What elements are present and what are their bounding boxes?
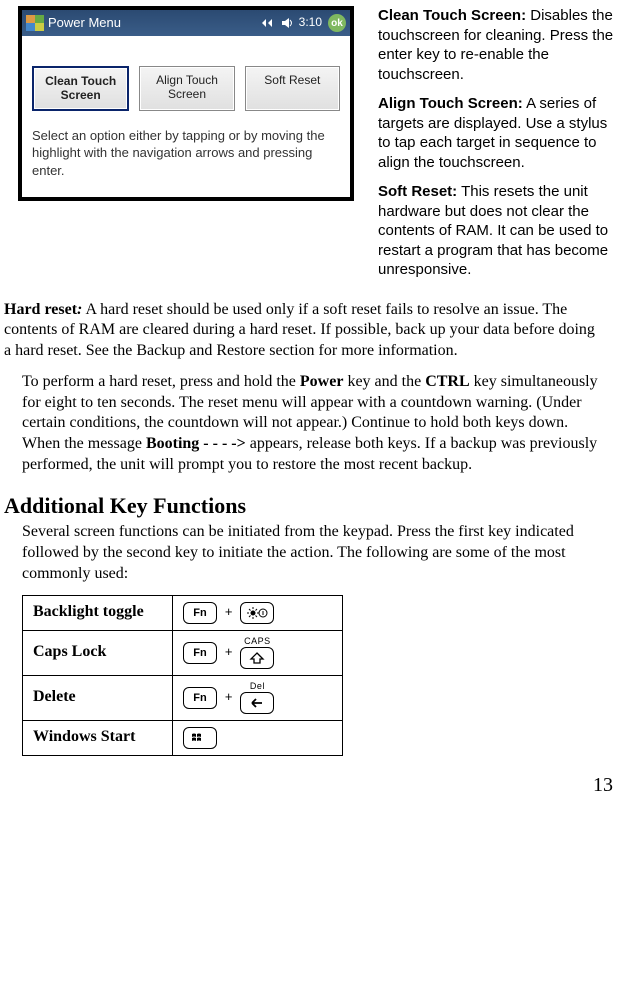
- shift-key-icon: [240, 647, 274, 669]
- table-row: Caps Lock Fn + CAPS: [23, 630, 343, 675]
- pda-hint: Select an option either by tapping or by…: [32, 127, 340, 180]
- clean-label: Clean Touch Screen:: [378, 7, 526, 24]
- windows-key-icon: [183, 727, 217, 749]
- additional-heading: Additional Key Functions: [4, 492, 619, 521]
- hard-reset-text: A hard reset should be used only if a so…: [4, 301, 595, 360]
- additional-intro: Several screen functions can be initiate…: [22, 522, 601, 584]
- caps-label: Caps Lock: [23, 630, 173, 675]
- connectivity-icon: [261, 17, 275, 29]
- speaker-icon: [281, 17, 293, 29]
- soft-reset-button[interactable]: Soft Reset: [245, 66, 340, 111]
- clean-touch-button[interactable]: Clean Touch Screen: [32, 66, 129, 111]
- hard-reset-procedure: To perform a hard reset, press and hold …: [22, 372, 601, 476]
- power-menu-screenshot: Power Menu 3:10 ok Clean Touch Screen Al…: [18, 6, 368, 290]
- windows-label: Windows Start: [23, 720, 173, 755]
- left-arrow-key-icon: [240, 692, 274, 714]
- pda-title: Power Menu: [48, 15, 121, 32]
- pda-title-bar: Power Menu 3:10 ok: [22, 10, 350, 36]
- fn-key-icon: Fn: [183, 642, 217, 664]
- fn-key-icon: Fn: [183, 602, 217, 624]
- power-menu-descriptions: Clean Touch Screen: Disables the touchsc…: [378, 6, 619, 290]
- caps-over-label: CAPS: [244, 637, 271, 646]
- table-row: Backlight toggle Fn +: [23, 595, 343, 630]
- table-row: Delete Fn + Del: [23, 675, 343, 720]
- hard-reset-label: Hard reset: [4, 301, 77, 318]
- key-functions-table: Backlight toggle Fn + Caps Lock Fn + CAP…: [22, 595, 343, 756]
- align-touch-button[interactable]: Align Touch Screen: [139, 66, 234, 111]
- backlight-key-icon: [240, 602, 274, 624]
- windows-flag-icon: [26, 15, 44, 31]
- del-over-label: Del: [250, 682, 265, 691]
- pda-time: 3:10: [299, 15, 322, 31]
- fn-key-icon: Fn: [183, 687, 217, 709]
- align-label: Align Touch Screen:: [378, 95, 523, 112]
- backlight-label: Backlight toggle: [23, 595, 173, 630]
- status-icons: 3:10 ok: [261, 14, 346, 32]
- soft-label: Soft Reset:: [378, 183, 457, 200]
- page-number: 13: [4, 772, 619, 798]
- table-row: Windows Start: [23, 720, 343, 755]
- ok-icon: ok: [328, 14, 346, 32]
- delete-label: Delete: [23, 675, 173, 720]
